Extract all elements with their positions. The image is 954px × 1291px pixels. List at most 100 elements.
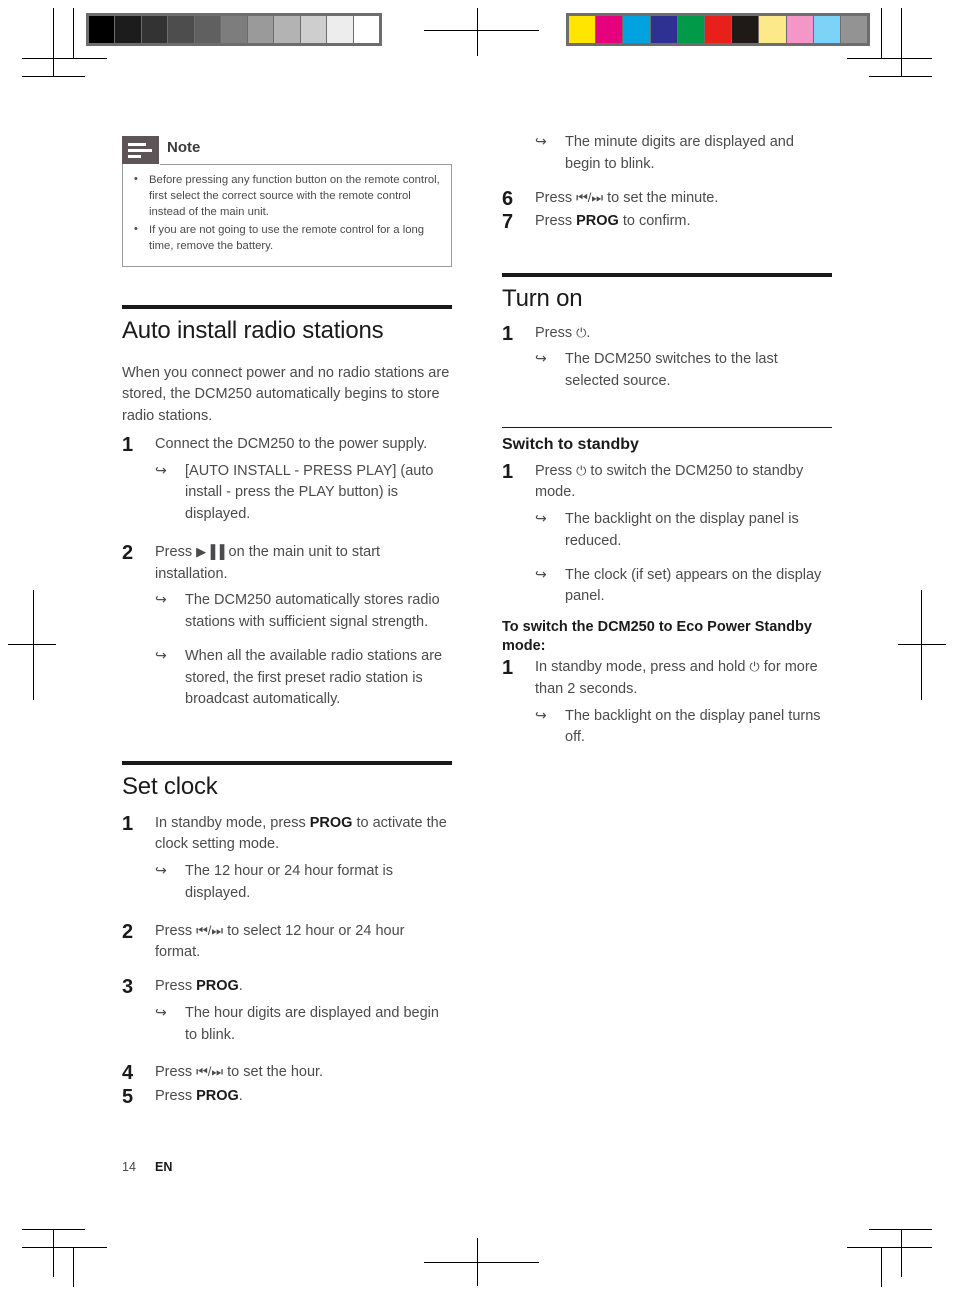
step-text: Press ⏮/⏭ to set the hour. [155, 1064, 323, 1080]
step-item: 2 Press ▶▐▐ on the main unit to start in… [122, 542, 452, 711]
step-number: 6 [502, 187, 514, 210]
section-rule [122, 761, 452, 766]
step-text-bold: PROG [576, 213, 619, 230]
page-footer: 14 EN [122, 1160, 172, 1174]
steps-list-switch-to-standby: 1 Press ⏻ to switch the DCM250 to standb… [502, 461, 832, 609]
step-result: ↪ [AUTO INSTALL - PRESS PLAY] (auto inst… [155, 461, 452, 526]
prev-next-icon: ⏮/⏭ [196, 1064, 224, 1080]
step-item: 2 Press ⏮/⏭ to select 12 hour or 24 hour… [122, 921, 452, 965]
step-text: In standby mode, press PROG to activate … [155, 815, 447, 853]
step-results: ↪ The minute digits are displayed and be… [535, 132, 832, 176]
arrow-icon: ↪ [155, 1003, 167, 1020]
manual-page: Note • Before pressing any function butt… [0, 0, 954, 1291]
note-icon-bar-2 [128, 148, 152, 152]
step-result: ↪ The DCM250 switches to the last select… [535, 349, 832, 393]
subsection-rule [502, 426, 832, 429]
step-text: In standby mode, press and hold ⏻ for mo… [535, 659, 818, 697]
step-result-text: The clock (if set) appears on the displa… [565, 566, 822, 605]
step-text-after: to set the hour. [223, 1064, 324, 1081]
note-title: Note [167, 139, 201, 156]
step-number: 2 [122, 920, 134, 943]
step-text: Press PROG. [155, 978, 243, 994]
step-item: 4 Press ⏮/⏭ to set the hour. [122, 1062, 452, 1084]
subsection-title-switch-to-standby: Switch to standby [502, 436, 639, 454]
step-item: 6 Press ⏮/⏭ to set the minute. [502, 188, 832, 210]
step-text-before: Press [155, 1088, 197, 1105]
step-text-before: Press [155, 1064, 197, 1081]
step-item-continued: ↪ The minute digits are displayed and be… [502, 132, 832, 176]
arrow-icon: ↪ [535, 706, 547, 723]
arrow-icon: ↪ [535, 510, 547, 527]
section-auto-install: Auto install radio stations When you con… [122, 305, 452, 711]
step-result: ↪ The backlight on the display panel tur… [535, 706, 832, 750]
page-title-turn-on: Turn on [502, 285, 583, 312]
step-item: 3 Press PROG. ↪ The hour digits are disp… [122, 976, 452, 1046]
step-number: 1 [502, 460, 514, 483]
step-text-before: Press [535, 324, 577, 341]
step-number: 1 [502, 322, 514, 345]
step-text-before: In standby mode, press [155, 814, 310, 831]
note-body: • Before pressing any function button on… [122, 164, 452, 268]
step-text-before: Press [155, 922, 197, 939]
step-result: ↪ The minute digits are displayed and be… [535, 132, 832, 176]
step-text-before: Press [155, 543, 197, 560]
step-text: Press PROG. [155, 1088, 243, 1104]
section-turn-on: Turn on 1 Press ⏻. ↪ The DCM250 switches… [502, 273, 832, 393]
arrow-icon: ↪ [155, 646, 167, 663]
language-code: EN [155, 1160, 173, 1174]
step-result: ↪ When all the available radio stations … [155, 646, 452, 711]
step-text: Press PROG to confirm. [535, 213, 691, 229]
step-result-text: When all the available radio stations ar… [185, 647, 443, 708]
step-item: 7 Press PROG to confirm. [502, 211, 832, 233]
prev-next-icon: ⏮/⏭ [576, 189, 604, 205]
arrow-icon: ↪ [155, 461, 167, 478]
step-result-text: The DCM250 automatically stores radio st… [185, 592, 440, 631]
page-title-auto-install: Auto install radio stations [122, 317, 384, 344]
step-item: 1 In standby mode, press PROG to activat… [122, 813, 452, 905]
step-result-text: [AUTO INSTALL - PRESS PLAY] (auto instal… [185, 462, 434, 523]
step-results: ↪ The backlight on the display panel is … [535, 509, 832, 608]
power-icon: ⏻ [749, 659, 760, 675]
arrow-icon: ↪ [535, 133, 547, 149]
step-number: 2 [122, 541, 134, 564]
power-icon: ⏻ [576, 462, 587, 478]
step-number: 1 [122, 812, 134, 835]
step-result-text: The backlight on the display panel is re… [565, 511, 799, 549]
section-intro: When you connect power and no radio stat… [122, 364, 450, 425]
note-box: Note • Before pressing any function butt… [122, 136, 452, 268]
step-text-before: Press [155, 978, 197, 995]
step-text-bold: PROG [309, 814, 353, 831]
steps-list-set-clock-continued: ↪ The minute digits are displayed and be… [502, 132, 832, 233]
steps-list-eco-power-standby: 1 In standby mode, press and hold ⏻ for … [502, 657, 832, 749]
step-text-before: In standby mode, press and hold [535, 659, 750, 676]
section-rule [502, 273, 832, 277]
step-item: 1 Connect the DCM250 to the power supply… [122, 434, 452, 526]
step-result: ↪ The clock (if set) appears on the disp… [535, 565, 832, 609]
step-result-text: The 12 hour or 24 hour format is display… [185, 863, 393, 901]
step-results: ↪ The backlight on the display panel tur… [535, 706, 832, 750]
step-number: 3 [122, 976, 134, 999]
steps-list-turn-on: 1 Press ⏻. ↪ The DCM250 switches to the … [502, 323, 832, 393]
note-top-border [160, 164, 451, 165]
step-results: ↪ The 12 hour or 24 hour format is displ… [155, 861, 452, 905]
step-result: ↪ The 12 hour or 24 hour format is displ… [155, 861, 452, 905]
note-item-text: If you are not going to use the remote c… [149, 224, 425, 253]
step-result-text: The backlight on the display panel turns… [565, 707, 821, 746]
page-title-set-clock: Set clock [122, 773, 218, 801]
step-number: 4 [122, 1062, 134, 1085]
note-icon-bar-1 [128, 142, 146, 146]
step-text: Press ⏮/⏭ to set the minute. [535, 190, 718, 206]
step-text-after: . [586, 324, 591, 341]
step-item: 1 In standby mode, press and hold ⏻ for … [502, 657, 832, 749]
step-result-text: The DCM250 switches to the last selected… [565, 351, 778, 390]
step-text-before: Press [535, 462, 577, 479]
step-text: Press ⏻ to switch the DCM250 to standby … [535, 463, 803, 501]
step-number: 1 [122, 433, 134, 456]
step-text-after: to confirm. [618, 213, 691, 230]
note-icon [122, 136, 159, 164]
arrow-icon: ↪ [155, 591, 167, 608]
steps-list-auto-install: 1 Connect the DCM250 to the power supply… [122, 434, 452, 711]
prev-next-icon: ⏮/⏭ [196, 922, 224, 938]
step-result-text: The hour digits are displayed and begin … [185, 1004, 439, 1043]
arrow-icon: ↪ [155, 862, 167, 879]
